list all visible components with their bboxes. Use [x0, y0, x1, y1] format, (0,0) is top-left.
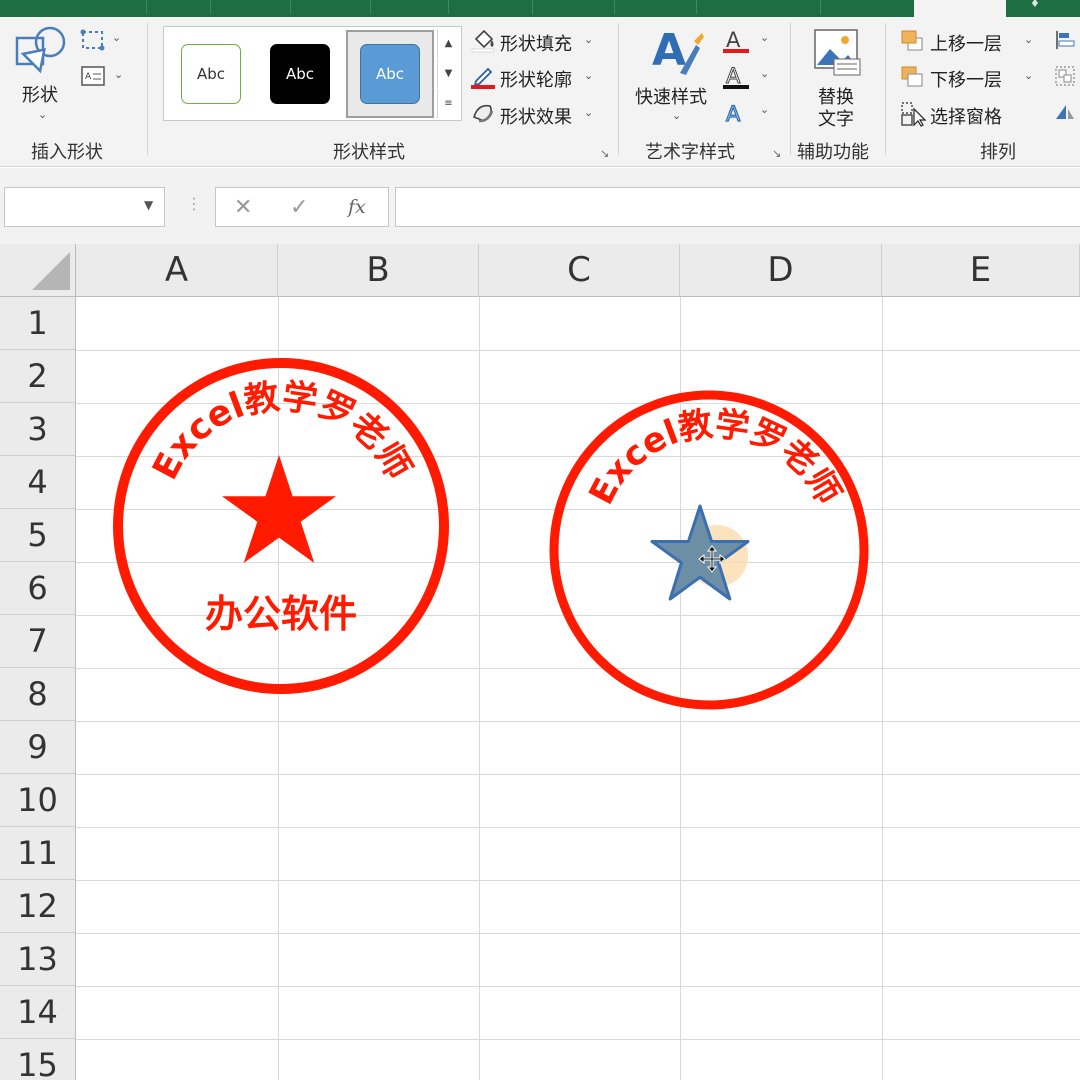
svg-text:A: A — [726, 64, 741, 88]
tab-divider — [820, 0, 821, 14]
seal-shapes-layer: Excel教学罗老师 办公软件 Excel教学罗老师 — [113, 358, 869, 710]
align-icon[interactable] — [1054, 29, 1076, 51]
tab-shape-format[interactable] — [914, 0, 1006, 17]
chevron-down-icon[interactable]: ⌄ — [38, 108, 47, 121]
formula-bar: ▼ ⋮ ✕ ✓ fx — [0, 168, 1080, 244]
chevron-down-icon[interactable]: ⌄ — [760, 31, 769, 44]
seal-2-star-icon[interactable] — [650, 504, 750, 601]
cancel-icon[interactable]: ✕ — [234, 195, 252, 220]
shapes-icon[interactable] — [14, 25, 68, 75]
enter-check-icon[interactable]: ✓ — [290, 195, 308, 220]
group-label-insert-shapes: 插入形状 — [31, 142, 103, 163]
chevron-down-icon[interactable]: ⌄ — [672, 109, 681, 122]
selection-pane-icon[interactable] — [900, 101, 926, 127]
send-backward-icon[interactable] — [900, 65, 926, 89]
text-effects-icon[interactable]: A — [722, 99, 750, 127]
wordart-quick-styles-icon[interactable]: A — [650, 23, 704, 77]
tab-divider — [290, 0, 291, 14]
svg-text:A: A — [85, 72, 92, 82]
gallery-scroll-down-icon[interactable]: ▼ — [437, 59, 459, 88]
seal-stamp-1[interactable]: Excel教学罗老师 办公软件 — [113, 358, 449, 694]
formula-input[interactable] — [395, 187, 1080, 227]
text-outline-icon[interactable]: A — [722, 63, 750, 91]
rotate-icon[interactable] — [1054, 101, 1076, 123]
tab-divider — [146, 0, 147, 14]
group-label-wordart: 艺术字样式 — [645, 142, 735, 163]
paint-bucket-icon[interactable] — [470, 27, 496, 53]
alt-text-button-line2[interactable]: 文字 — [818, 105, 854, 131]
pin-icon[interactable]: ♦ — [1030, 0, 1040, 10]
group-objects-icon[interactable] — [1054, 65, 1076, 87]
name-box[interactable] — [4, 187, 165, 227]
chevron-down-icon[interactable]: ⌄ — [114, 68, 123, 81]
shape-effects-icon[interactable] — [470, 101, 496, 125]
seal-1-bottom-text[interactable]: 办公软件 — [205, 592, 357, 636]
edit-shape-icon[interactable] — [80, 28, 106, 52]
tab-divider — [614, 0, 615, 14]
quick-styles-button[interactable]: 快速样式 — [635, 83, 707, 109]
chevron-down-icon[interactable]: ⌄ — [760, 67, 769, 80]
svg-text:A: A — [726, 28, 741, 52]
style-swatch-white[interactable]: Abc — [181, 44, 241, 104]
style-swatch-black[interactable]: Abc — [270, 44, 330, 104]
worksheet-grid[interactable]: A B C D E 1 2 3 4 5 6 7 8 9 10 11 12 13 … — [0, 244, 1080, 1080]
shape-effects-button[interactable]: 形状效果 — [500, 103, 572, 129]
shapes-button[interactable]: 形状 — [22, 81, 58, 107]
chevron-down-icon[interactable]: ⌄ — [584, 69, 593, 82]
shape-fill-button[interactable]: 形状填充 — [500, 30, 572, 56]
text-fill-icon[interactable]: A — [722, 27, 750, 55]
svg-text:A: A — [726, 102, 741, 126]
group-separator — [885, 23, 886, 155]
selection-pane-button[interactable]: 选择窗格 — [930, 103, 1002, 129]
gallery-more-icon[interactable]: ≡ — [437, 89, 459, 118]
group-label-arrange: 排列 — [980, 142, 1016, 163]
send-backward-button[interactable]: 下移一层 — [930, 66, 1002, 92]
chevron-down-icon[interactable]: ⌄ — [760, 103, 769, 116]
tab-divider — [210, 0, 211, 14]
ribbon: 形状 ⌄ ⌄ A ⌄ 插入形状 Abc Abc Abc ▲ ▼ ≡ 形状填充 ⌄… — [0, 17, 1080, 167]
group-label-shape-styles: 形状样式 — [333, 142, 405, 163]
tab-divider — [448, 0, 449, 14]
chevron-down-icon[interactable]: ▼ — [144, 198, 153, 212]
formula-buttons: ✕ ✓ fx — [215, 187, 389, 227]
group-separator — [147, 23, 148, 155]
style-swatch-blue[interactable]: Abc — [360, 44, 420, 104]
gallery-scroll-up-icon[interactable]: ▲ — [437, 29, 459, 58]
shape-outline-button[interactable]: 形状轮廓 — [500, 66, 572, 92]
dialog-launcher-icon[interactable]: ↘ — [772, 147, 781, 160]
group-separator — [618, 23, 619, 155]
dialog-launcher-icon[interactable]: ↘ — [600, 147, 609, 160]
title-bar: ♦ — [0, 0, 1080, 17]
seal-1-star-icon[interactable] — [222, 455, 336, 563]
drag-handle-icon[interactable]: ⋮ — [186, 194, 202, 213]
shape-style-gallery[interactable]: Abc Abc Abc ▲ ▼ ≡ — [163, 26, 462, 121]
tab-divider — [370, 0, 371, 14]
svg-text:A: A — [652, 25, 686, 76]
group-separator — [790, 23, 791, 155]
pencil-outline-icon[interactable] — [470, 63, 496, 89]
group-label-accessibility: 辅助功能 — [797, 142, 869, 163]
chevron-down-icon[interactable]: ⌄ — [1024, 69, 1033, 82]
seal-stamp-2[interactable]: Excel教学罗老师 — [549, 390, 869, 710]
alt-text-icon[interactable] — [812, 27, 862, 77]
insert-function-icon[interactable]: fx — [348, 196, 366, 218]
chevron-down-icon[interactable]: ⌄ — [1024, 33, 1033, 46]
bring-forward-icon[interactable] — [900, 29, 926, 53]
tab-divider — [696, 0, 697, 14]
text-box-icon[interactable]: A — [80, 65, 106, 87]
bring-forward-button[interactable]: 上移一层 — [930, 30, 1002, 56]
tab-divider — [532, 0, 533, 14]
chevron-down-icon[interactable]: ⌄ — [584, 106, 593, 119]
chevron-down-icon[interactable]: ⌄ — [584, 33, 593, 46]
chevron-down-icon[interactable]: ⌄ — [112, 31, 121, 44]
